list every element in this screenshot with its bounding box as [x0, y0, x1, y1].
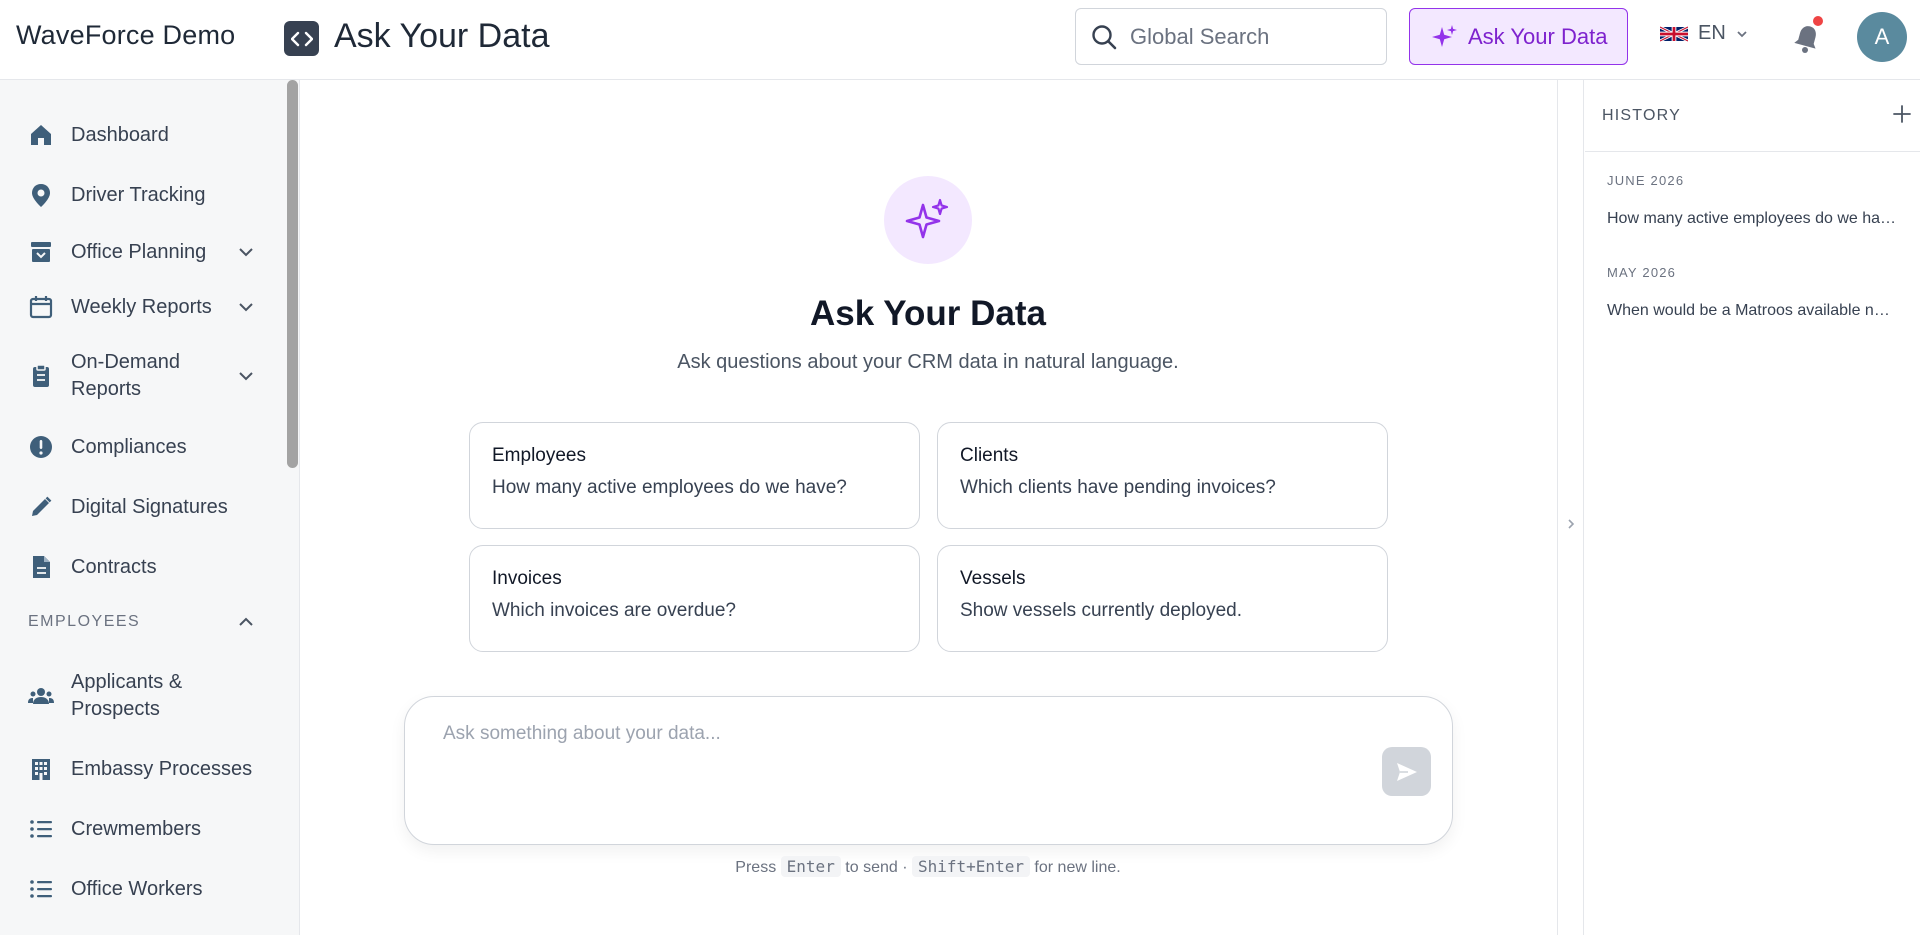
sidebar-scrollbar[interactable] — [287, 80, 298, 468]
document-icon — [28, 554, 54, 580]
sidebar-item-weekly-reports[interactable]: Weekly Reports — [0, 292, 285, 322]
suggestion-title: Invoices — [492, 568, 562, 589]
sidebar-toggle-button[interactable] — [284, 21, 319, 56]
sidebar-item-contracts[interactable]: Contracts — [0, 552, 285, 582]
suggestion-title: Employees — [492, 445, 586, 466]
hero-title: Ask Your Data — [809, 294, 1046, 333]
people-icon — [28, 683, 54, 709]
clipboard-icon — [28, 363, 54, 389]
suggestion-card-clients[interactable]: Clients Which clients have pending invoi… — [937, 422, 1388, 529]
section-employees-label: EMPLOYEES — [28, 613, 141, 630]
pencil-icon — [28, 494, 54, 520]
suggestion-question: Which invoices are overdue? — [492, 600, 736, 621]
brand-name[interactable]: WaveForce Demo — [16, 20, 235, 51]
alert-circle-icon — [28, 434, 54, 460]
suggestion-question: Show vessels currently deployed. — [960, 600, 1242, 621]
language-selector[interactable]: EN — [1660, 22, 1748, 45]
sidebar-item-label: Embassy Processes — [71, 757, 253, 780]
sidebar-item-crewmembers[interactable]: Crewmembers — [0, 814, 285, 844]
suggestion-question: Which clients have pending invoices? — [960, 477, 1276, 498]
suggestion-card-vessels[interactable]: Vessels Show vessels currently deployed. — [937, 545, 1388, 652]
sidebar-item-label: On-Demand Reports — [71, 351, 180, 400]
send-icon — [1396, 762, 1417, 781]
sidebar-item-label: Dashboard — [71, 123, 169, 146]
sidebar-item-driver-tracking[interactable]: Driver Tracking — [0, 180, 285, 210]
global-search[interactable] — [1075, 8, 1387, 65]
suggestion-title: Vessels — [960, 568, 1026, 589]
uk-flag-icon — [1660, 25, 1688, 42]
chat-input[interactable] — [443, 723, 1343, 763]
home-icon — [28, 122, 54, 148]
sidebar-item-embassy-processes[interactable]: Embassy Processes — [0, 754, 285, 784]
history-item[interactable]: How many active employees do we have? — [1607, 210, 1897, 228]
sidebar-item-office-planning[interactable]: Office Planning — [0, 237, 285, 267]
sidebar-item-label: Applicants & Prospects — [71, 671, 183, 720]
page-title: Ask Your Data — [334, 17, 550, 55]
history-header: HISTORY — [1585, 80, 1920, 152]
chevron-down-icon — [1737, 30, 1747, 37]
chevron-right-icon — [1568, 519, 1575, 529]
hint-new-line: for new line. — [1034, 859, 1121, 876]
notification-dot — [1813, 16, 1823, 26]
suggestion-card-employees[interactable]: Employees How many active employees do w… — [469, 422, 920, 529]
location-pin-icon — [28, 182, 54, 208]
sidebar-item-label: Compliances — [71, 435, 187, 458]
history-collapse-toggle[interactable] — [1557, 80, 1584, 935]
sidebar-item-applicants[interactable]: Applicants & Prospects — [0, 666, 285, 726]
hint-shift-enter-key: Shift+Enter — [912, 856, 1030, 877]
sparkles-icon — [905, 198, 949, 239]
hint-press: Press — [735, 859, 777, 876]
hint-to-send: to send · — [845, 859, 908, 876]
history-item[interactable]: When would be a Matroos available next w… — [1607, 302, 1897, 320]
sidebar-item-compliances[interactable]: Compliances — [0, 432, 285, 462]
sidebar-item-label: Contracts — [71, 555, 157, 578]
bell-icon[interactable] — [1793, 22, 1821, 54]
sidebar-item-label: Digital Signatures — [71, 495, 228, 518]
sidebar-item-office-workers[interactable]: Office Workers — [0, 874, 285, 904]
inbox-icon — [28, 239, 54, 265]
ask-button-label: Ask Your Data — [1468, 23, 1608, 49]
sidebar-item-label: Crewmembers — [71, 817, 202, 840]
sidebar-item-label: Driver Tracking — [71, 183, 206, 206]
sidebar: Dashboard Driver Tracking Office Plannin… — [0, 80, 300, 935]
history-month-label: MAY 2026 — [1607, 265, 1677, 280]
user-avatar[interactable]: A — [1857, 12, 1907, 62]
building-icon — [28, 756, 54, 782]
language-code: EN — [1698, 22, 1726, 44]
sparkles-icon — [1432, 24, 1457, 47]
sidebar-item-digital-signatures[interactable]: Digital Signatures — [0, 492, 285, 522]
history-title: HISTORY — [1602, 107, 1681, 124]
hero-sparkles-badge — [884, 176, 972, 264]
sidebar-item-label: Weekly Reports — [71, 295, 212, 318]
send-button[interactable] — [1382, 747, 1431, 796]
suggestion-title: Clients — [960, 445, 1019, 466]
ask-your-data-button[interactable]: Ask Your Data — [1409, 8, 1628, 65]
chevron-down-icon[interactable] — [236, 242, 256, 262]
search-icon — [1092, 24, 1117, 49]
chevron-down-icon[interactable] — [236, 366, 256, 386]
calendar-icon — [28, 294, 54, 320]
code-brackets-icon — [290, 31, 313, 46]
chevron-up-icon[interactable] — [236, 612, 256, 632]
list-icon — [28, 876, 54, 902]
plus-icon[interactable] — [1890, 102, 1914, 126]
search-input[interactable] — [1130, 23, 1370, 50]
top-header: WaveForce Demo Ask Your Data Ask Your Da… — [0, 0, 1920, 80]
suggestion-question: How many active employees do we have? — [492, 477, 847, 498]
history-month-label: JUNE 2026 — [1607, 173, 1685, 188]
sidebar-item-dashboard[interactable]: Dashboard — [0, 120, 285, 150]
keyboard-hint: Press Enter to send · Shift+Enter for ne… — [528, 856, 1328, 877]
hint-enter-key: Enter — [780, 856, 841, 877]
hero-subtitle: Ask questions about your CRM data in nat… — [677, 351, 1179, 373]
suggestion-card-invoices[interactable]: Invoices Which invoices are overdue? — [469, 545, 920, 652]
chat-composer — [404, 696, 1453, 845]
list-icon — [28, 816, 54, 842]
history-panel: HISTORY JUNE 2026 How many active employ… — [1585, 80, 1920, 935]
chevron-down-icon[interactable] — [236, 297, 256, 317]
sidebar-item-label: Office Workers — [71, 877, 203, 900]
sidebar-item-on-demand-reports[interactable]: On-Demand Reports — [0, 346, 285, 406]
sidebar-item-label: Office Planning — [71, 240, 207, 263]
